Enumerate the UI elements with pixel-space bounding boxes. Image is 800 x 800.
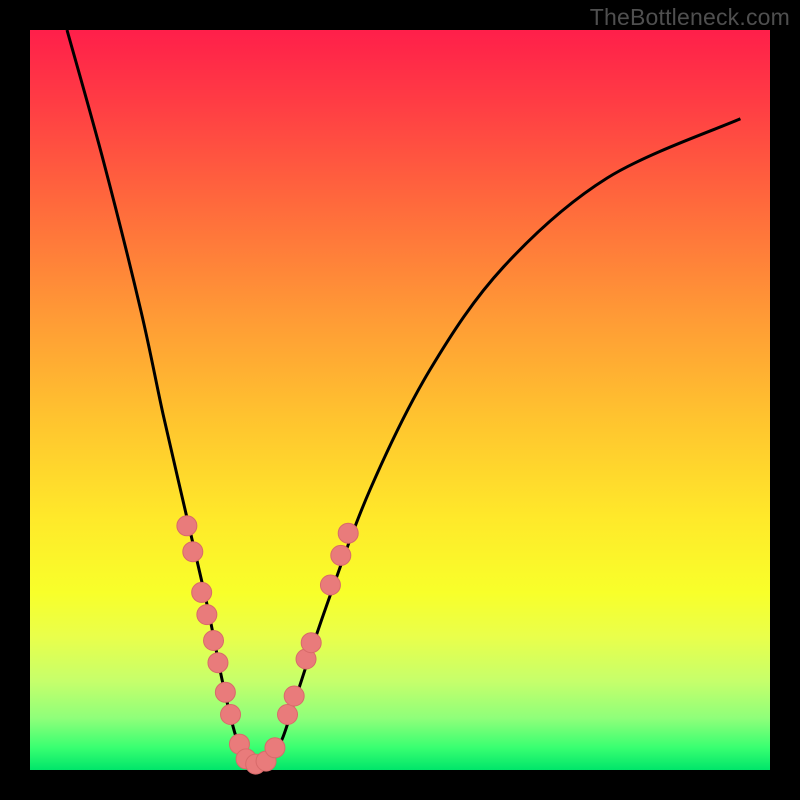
data-marker (331, 545, 351, 565)
chart-frame: TheBottleneck.com (0, 0, 800, 800)
data-marker (215, 682, 235, 702)
data-marker (278, 705, 298, 725)
data-marker (197, 605, 217, 625)
watermark-text: TheBottleneck.com (590, 4, 790, 31)
data-marker (284, 686, 304, 706)
data-marker (221, 705, 241, 725)
data-marker (265, 738, 285, 758)
curve-path (67, 30, 740, 765)
data-marker (301, 633, 321, 653)
curve-layer (30, 30, 770, 770)
bottleneck-curve (67, 30, 740, 765)
data-marker (204, 631, 224, 651)
data-marker (183, 542, 203, 562)
marker-group (177, 516, 358, 774)
data-marker (177, 516, 197, 536)
data-marker (320, 575, 340, 595)
data-marker (338, 523, 358, 543)
data-marker (208, 653, 228, 673)
data-marker (192, 582, 212, 602)
plot-area (30, 30, 770, 770)
